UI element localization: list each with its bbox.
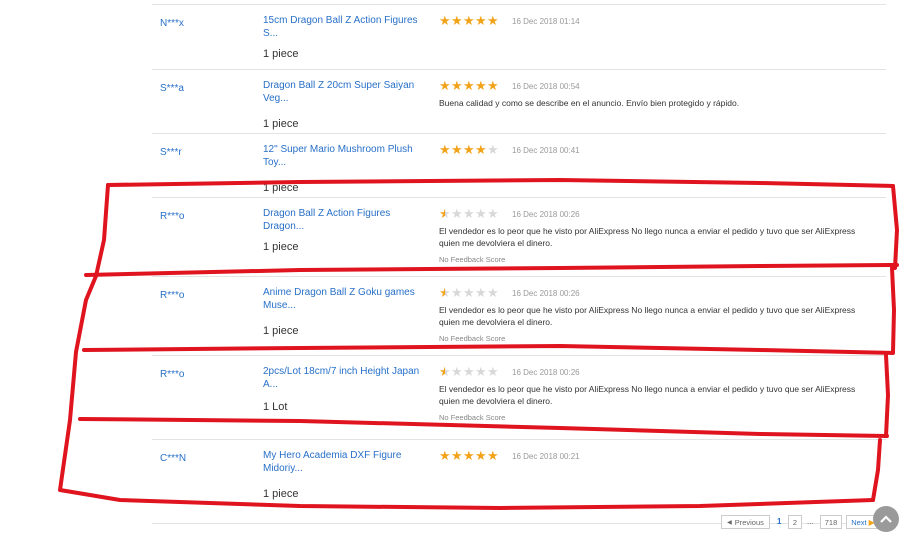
red-annotation-scribble (58, 178, 899, 510)
